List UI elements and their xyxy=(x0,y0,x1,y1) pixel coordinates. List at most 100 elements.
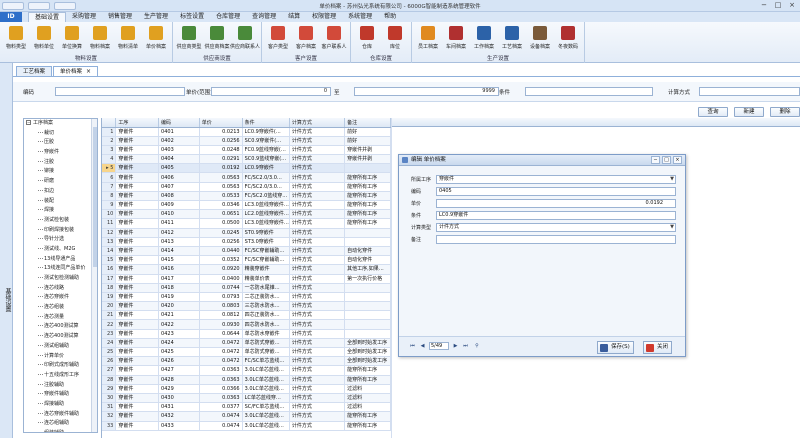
app-menu-button[interactable]: ID xyxy=(0,12,22,22)
field-input[interactable]: 穿嵌件 ▼ xyxy=(436,175,676,184)
table-cell[interactable]: 0416 xyxy=(158,264,200,275)
table-cell[interactable]: 计件方式 xyxy=(289,411,346,422)
table-cell[interactable] xyxy=(344,292,391,303)
table-cell[interactable]: 0418 xyxy=(158,283,200,293)
ribbon-button[interactable]: 单价档案 xyxy=(142,24,170,54)
table-cell[interactable]: FC0.9蓝线穿嵌(… xyxy=(242,145,290,156)
table-cell[interactable]: 0.0256 xyxy=(199,136,243,146)
table-cell[interactable]: 计件方式 xyxy=(289,310,346,321)
table-cell[interactable]: 0420 xyxy=(158,301,200,312)
table-cell[interactable]: 3.0LC单芯蓝线… xyxy=(242,365,290,376)
table-cell[interactable]: 0.0245 xyxy=(199,228,243,238)
table-cell[interactable]: LC3.0蓝线穿嵌件… xyxy=(242,200,290,211)
table-cell[interactable]: 3.0LC单芯蓝线… xyxy=(242,384,290,394)
table-cell[interactable]: 穿嵌件 xyxy=(115,237,160,247)
table-cell[interactable]: 四芯防水防水… xyxy=(242,319,290,330)
table-cell[interactable]: 计件方式 xyxy=(289,154,346,165)
dialog-maximize-icon[interactable]: □ xyxy=(662,156,671,164)
table-cell[interactable]: 0431 xyxy=(158,402,200,413)
table-cell[interactable]: 穿嵌件 xyxy=(115,127,160,137)
table-row[interactable]: 31 穿嵌件 0431 0.0377 SC/FC单芯蓝线… 计件方式 过滤料 xyxy=(102,402,391,413)
table-cell[interactable] xyxy=(344,319,391,330)
table-cell[interactable]: 计件方式 xyxy=(289,365,346,376)
table-cell[interactable]: 第一次执行价格 xyxy=(344,274,391,284)
table-cell[interactable]: ST3.0穿嵌件 xyxy=(242,237,290,247)
table-cell[interactable]: 四芯正装防水… xyxy=(242,310,290,321)
table-cell[interactable]: 穿嵌件 xyxy=(115,136,160,146)
table-cell[interactable]: 自动化穿件 xyxy=(344,255,391,266)
tree-node[interactable]: 测试组辅助 xyxy=(24,342,97,352)
tree-node[interactable]: 导针分选 xyxy=(24,235,97,245)
table-row[interactable]: 12 穿嵌件 0412 0.0245 ST0.9穿嵌件 计件方式 xyxy=(102,228,391,238)
table-cell[interactable]: 二芯正装防水… xyxy=(242,292,290,303)
table-cell[interactable]: 0404 xyxy=(158,154,200,165)
ribbon-button[interactable]: 设备档案 xyxy=(526,24,554,54)
table-cell[interactable]: LC2.0蓝线穿嵌件… xyxy=(242,209,290,220)
tree-node[interactable]: 连芯400测试算 xyxy=(24,322,97,332)
document-tab[interactable]: 工艺档案 xyxy=(16,66,53,76)
table-cell[interactable]: 前好 xyxy=(344,127,391,137)
table-row[interactable]: 3 穿嵌件 0403 0.0248 FC0.9蓝线穿嵌(… 计件方式 穿嵌件并剥 xyxy=(102,145,391,156)
table-cell[interactable]: 0403 xyxy=(158,145,200,156)
table-cell[interactable]: 计件方式 xyxy=(289,274,346,284)
table-cell[interactable]: 计件方式 xyxy=(289,136,346,146)
table-cell[interactable]: 计件方式 xyxy=(289,375,346,385)
table-cell[interactable]: 能穿所有工序 xyxy=(344,411,391,422)
table-cell[interactable]: 计件方式 xyxy=(289,145,346,156)
table-cell[interactable]: 计件方式 xyxy=(289,347,346,358)
table-cell[interactable]: LC单芯蓝线穿… xyxy=(242,393,290,404)
ribbon-button[interactable]: 客户档案 xyxy=(292,24,320,54)
table-cell[interactable]: 计件方式 xyxy=(289,329,346,339)
table-row[interactable]: 4 穿嵌件 0404 0.0291 SC0.9蓝线穿嵌(… 计件方式 穿嵌件并剥 xyxy=(102,154,391,165)
table-cell[interactable]: 计件方式 xyxy=(289,218,346,229)
binoculars-icon[interactable]: ⚲ xyxy=(472,342,482,350)
table-cell[interactable]: 穿嵌件 xyxy=(115,264,160,275)
table-cell[interactable]: 0.0346 xyxy=(199,200,243,211)
save-button[interactable]: 保存(S) xyxy=(597,341,634,354)
menu-item[interactable]: 采购管理 xyxy=(66,12,102,23)
table-cell[interactable]: 0.0803 xyxy=(199,301,243,312)
table-cell[interactable]: 计件方式 xyxy=(289,127,346,137)
table-row[interactable]: 9 穿嵌件 0409 0.0346 LC3.0蓝线穿嵌件… 计件方式 能穿所有工序 xyxy=(102,200,391,211)
table-row[interactable]: ▸ 5 穿嵌件 0405 0.0192 LC0.9穿嵌件 计件方式 xyxy=(102,163,391,174)
table-cell[interactable]: 0.0472 xyxy=(199,338,243,349)
table-cell[interactable] xyxy=(344,329,391,339)
table-row[interactable]: 8 穿嵌件 0408 0.0533 FC/SC2.0蓝线穿… 计件方式 能穿所有工序 xyxy=(102,191,391,202)
menu-item[interactable]: 系统管理 xyxy=(342,12,378,23)
tree-node[interactable]: 注胶 xyxy=(24,158,97,168)
tree-node[interactable]: 焊接辅助 xyxy=(24,400,97,410)
calc-method-select[interactable] xyxy=(699,87,800,96)
tree-node[interactable]: 13线连同产品单价 xyxy=(24,264,97,274)
table-cell[interactable]: SC0.9蓝线穿嵌(… xyxy=(242,154,290,165)
close-icon[interactable]: × xyxy=(786,1,798,10)
ribbon-button[interactable]: 客户联系人 xyxy=(320,24,348,54)
table-cell[interactable]: 0401 xyxy=(158,127,200,137)
table-cell[interactable]: ST0.9穿嵌件 xyxy=(242,228,290,238)
table-cell[interactable] xyxy=(344,310,391,321)
tree-node[interactable]: 连芯穿嵌件 xyxy=(24,293,97,303)
table-cell[interactable]: 能穿所有工序 xyxy=(344,182,391,192)
tree-node[interactable]: 裁切 xyxy=(24,129,97,139)
table-cell[interactable]: 计件方式 xyxy=(289,292,346,303)
table-cell[interactable]: 精装单价表 xyxy=(242,274,290,284)
tree-node[interactable]: 印刷式成形辅助 xyxy=(24,361,97,371)
table-cell[interactable]: 0432 xyxy=(158,411,200,422)
table-cell[interactable]: 能穿所有工序 xyxy=(344,421,391,431)
table-cell[interactable]: 计件方式 xyxy=(289,200,346,211)
table-cell[interactable]: FC/SC穿嵌辅助… xyxy=(242,246,290,257)
table-cell[interactable]: 计件方式 xyxy=(289,402,346,413)
table-cell[interactable]: 0.0563 xyxy=(199,172,243,183)
table-cell[interactable]: 0.0213 xyxy=(199,127,243,137)
table-row[interactable]: 1 穿嵌件 0401 0.0213 LC0.9穿嵌件(… 计件方式 前好 xyxy=(102,127,391,137)
table-cell[interactable]: 0.0644 xyxy=(199,329,243,339)
table-cell[interactable]: 计件方式 xyxy=(289,191,346,202)
dialog-close-icon[interactable]: × xyxy=(673,156,682,164)
table-cell[interactable]: 0.0651 xyxy=(199,209,243,220)
table-cell[interactable]: 0424 xyxy=(158,338,200,349)
table-cell[interactable]: 0425 xyxy=(158,347,200,358)
close-button[interactable]: 关闭 xyxy=(643,341,673,354)
table-cell[interactable] xyxy=(344,163,391,174)
table-cell[interactable]: 计件方式 xyxy=(289,172,346,183)
tree-node[interactable]: 连芯组辅助 xyxy=(24,419,97,429)
table-cell[interactable]: 0423 xyxy=(158,329,200,339)
